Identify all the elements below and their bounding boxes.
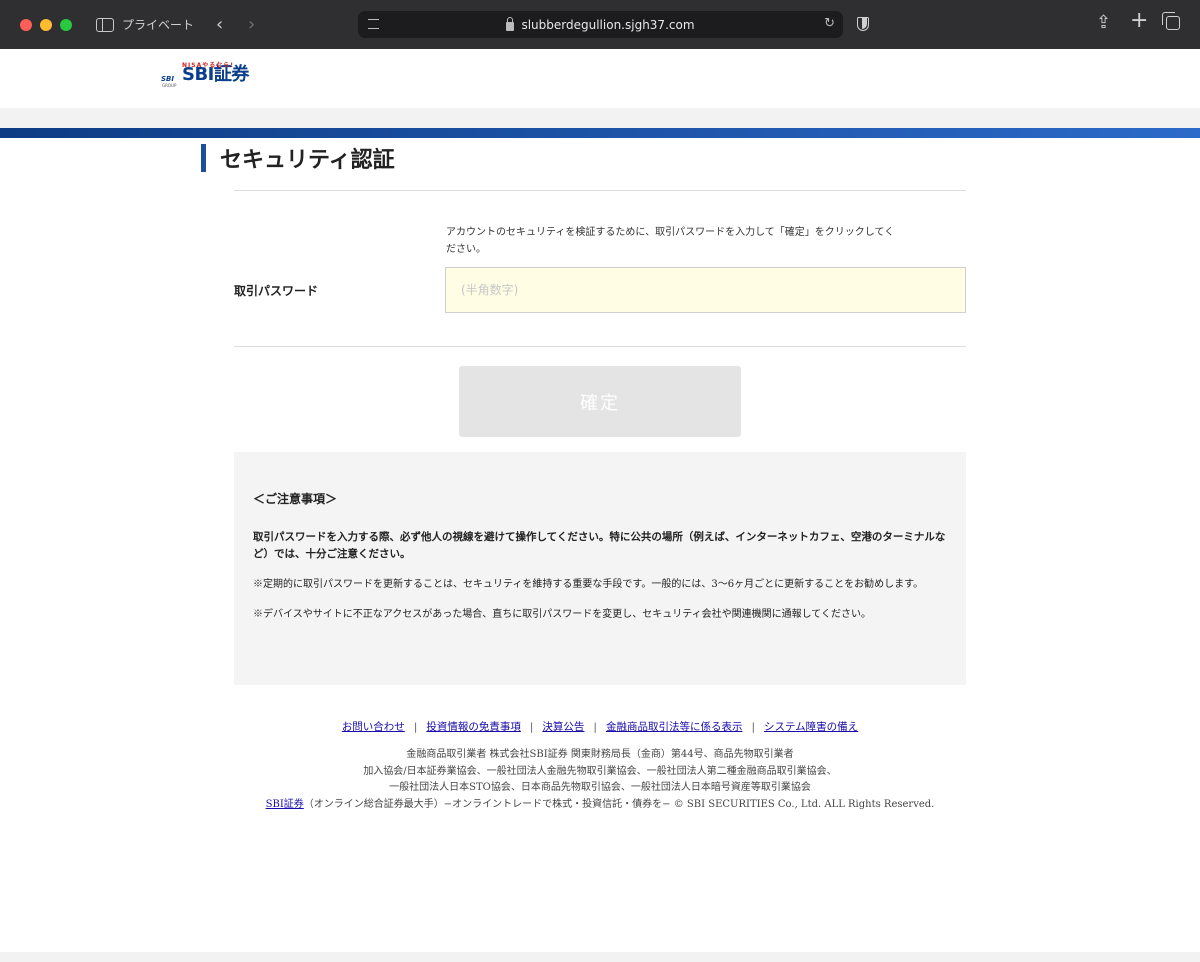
divider <box>234 190 966 191</box>
footer-separator: | <box>751 721 755 733</box>
site-header: SBI GROUP NISAやるなら! SBI証券 <box>0 62 1200 108</box>
notice-item: ※定期的に取引パスワードを更新することは、セキュリティを維持する重要な手段です。… <box>253 579 924 590</box>
tab-overview-icon[interactable] <box>1162 12 1180 30</box>
page-title-text: セキュリティ認証 <box>220 147 395 173</box>
password-label: 取引パスワード <box>234 284 319 298</box>
footer-line: 加入協会/日本証券業協会、一般社団法人金融先物取引業協会、一般社団法人第二種金融… <box>363 765 837 777</box>
footer-sbi-link[interactable]: SBI証券 <box>266 799 304 810</box>
new-tab-icon[interactable]: + <box>1130 10 1148 32</box>
footer-separator: | <box>413 721 418 733</box>
footer-line: 一般社団法人日本STO協会、日本商品先物取引協会、一般社団法人日本暗号資産等取引… <box>389 782 811 793</box>
footer-link-contact[interactable]: お問い合わせ <box>342 721 405 733</box>
footer-link-legal-disclosure[interactable]: 金融商品取引法等に係る表示 <box>606 721 743 733</box>
divider <box>234 346 966 347</box>
notice-panel: ＜ご注意事項＞ 取引パスワードを入力する際、必ず他人の視線を避けて操作してくださ… <box>234 452 966 685</box>
password-input <box>445 267 966 313</box>
sbi-logo[interactable]: SBI GROUP NISAやるなら! SBI証券 <box>160 60 249 88</box>
notice-item: ※デバイスやサイトに不正なアクセスがあった場合、直ちに取引パスワードを変更し、セ… <box>253 609 871 620</box>
instruction-text: アカウントのセキュリティを検証するために、取引パスワードを入力して「確定」をクリ… <box>446 227 895 255</box>
footer-link-system-failure[interactable]: システム障害の備え <box>764 721 858 733</box>
notice-emphasis: 取引パスワードを入力する際、必ず他人の視線を避けて操作してください。特に公共の場… <box>253 531 946 560</box>
window-controls <box>20 18 72 31</box>
browser-toolbar: プライベート ‹ › slubberdegullion.sjgh37.com ↻… <box>0 0 1200 49</box>
footer-line: 金融商品取引業者 株式会社SBI証券 関東財務局長（金商）第44号、商品先物取引… <box>406 749 794 760</box>
confirm-button: 確定 <box>459 366 741 437</box>
minimize-window-button[interactable] <box>40 18 52 31</box>
close-window-button[interactable] <box>20 18 32 31</box>
header-blue-band <box>0 128 1200 138</box>
forward-button: › <box>248 14 256 35</box>
privacy-shield-icon[interactable] <box>857 17 869 31</box>
footer-link-financial-results[interactable]: 決算公告 <box>542 721 584 733</box>
share-icon[interactable]: ⇪ <box>1096 14 1111 32</box>
url-text: slubberdegullion.sjgh37.com <box>521 17 695 32</box>
address-bar[interactable]: slubberdegullion.sjgh37.com ↻ <box>358 11 843 38</box>
sbi-logo-mark: SBI GROUP <box>161 75 177 88</box>
notice-heading: ＜ご注意事項＞ <box>253 492 338 506</box>
page-title: セキュリティ認証 <box>201 144 395 173</box>
footer-separator: | <box>529 721 534 733</box>
back-button[interactable]: ‹ <box>216 14 230 35</box>
bottom-band <box>0 952 1200 962</box>
lock-icon <box>506 17 515 31</box>
footer-link-disclaimer[interactable]: 投資情報の免責事項 <box>426 721 521 733</box>
logo-tagline: NISAやるなら! <box>182 62 234 69</box>
page-menu-icon[interactable] <box>368 19 379 29</box>
footer-line: SBI証券（オンライン総合証券最大手）−オンライントレードで株式・投資信託・債券… <box>0 797 1200 814</box>
private-browsing-label: プライベート <box>122 18 195 32</box>
zoom-window-button[interactable] <box>60 18 72 31</box>
reload-icon[interactable]: ↻ <box>824 16 835 31</box>
footer-copyright: （オンライン総合証券最大手）−オンライントレードで株式・投資信託・債券を− © … <box>303 798 935 810</box>
sidebar-toggle-icon[interactable] <box>96 17 114 32</box>
footer-separator: | <box>593 721 597 733</box>
footer-legal-text: 金融商品取引業者 株式会社SBI証券 関東財務局長（金商）第44号、商品先物取引… <box>0 747 1200 813</box>
header-grey-band <box>0 108 1200 128</box>
footer-links: お問い合わせ | 投資情報の免責事項 | 決算公告 | 金融商品取引法等に係る表示 | システム… <box>0 719 1200 734</box>
